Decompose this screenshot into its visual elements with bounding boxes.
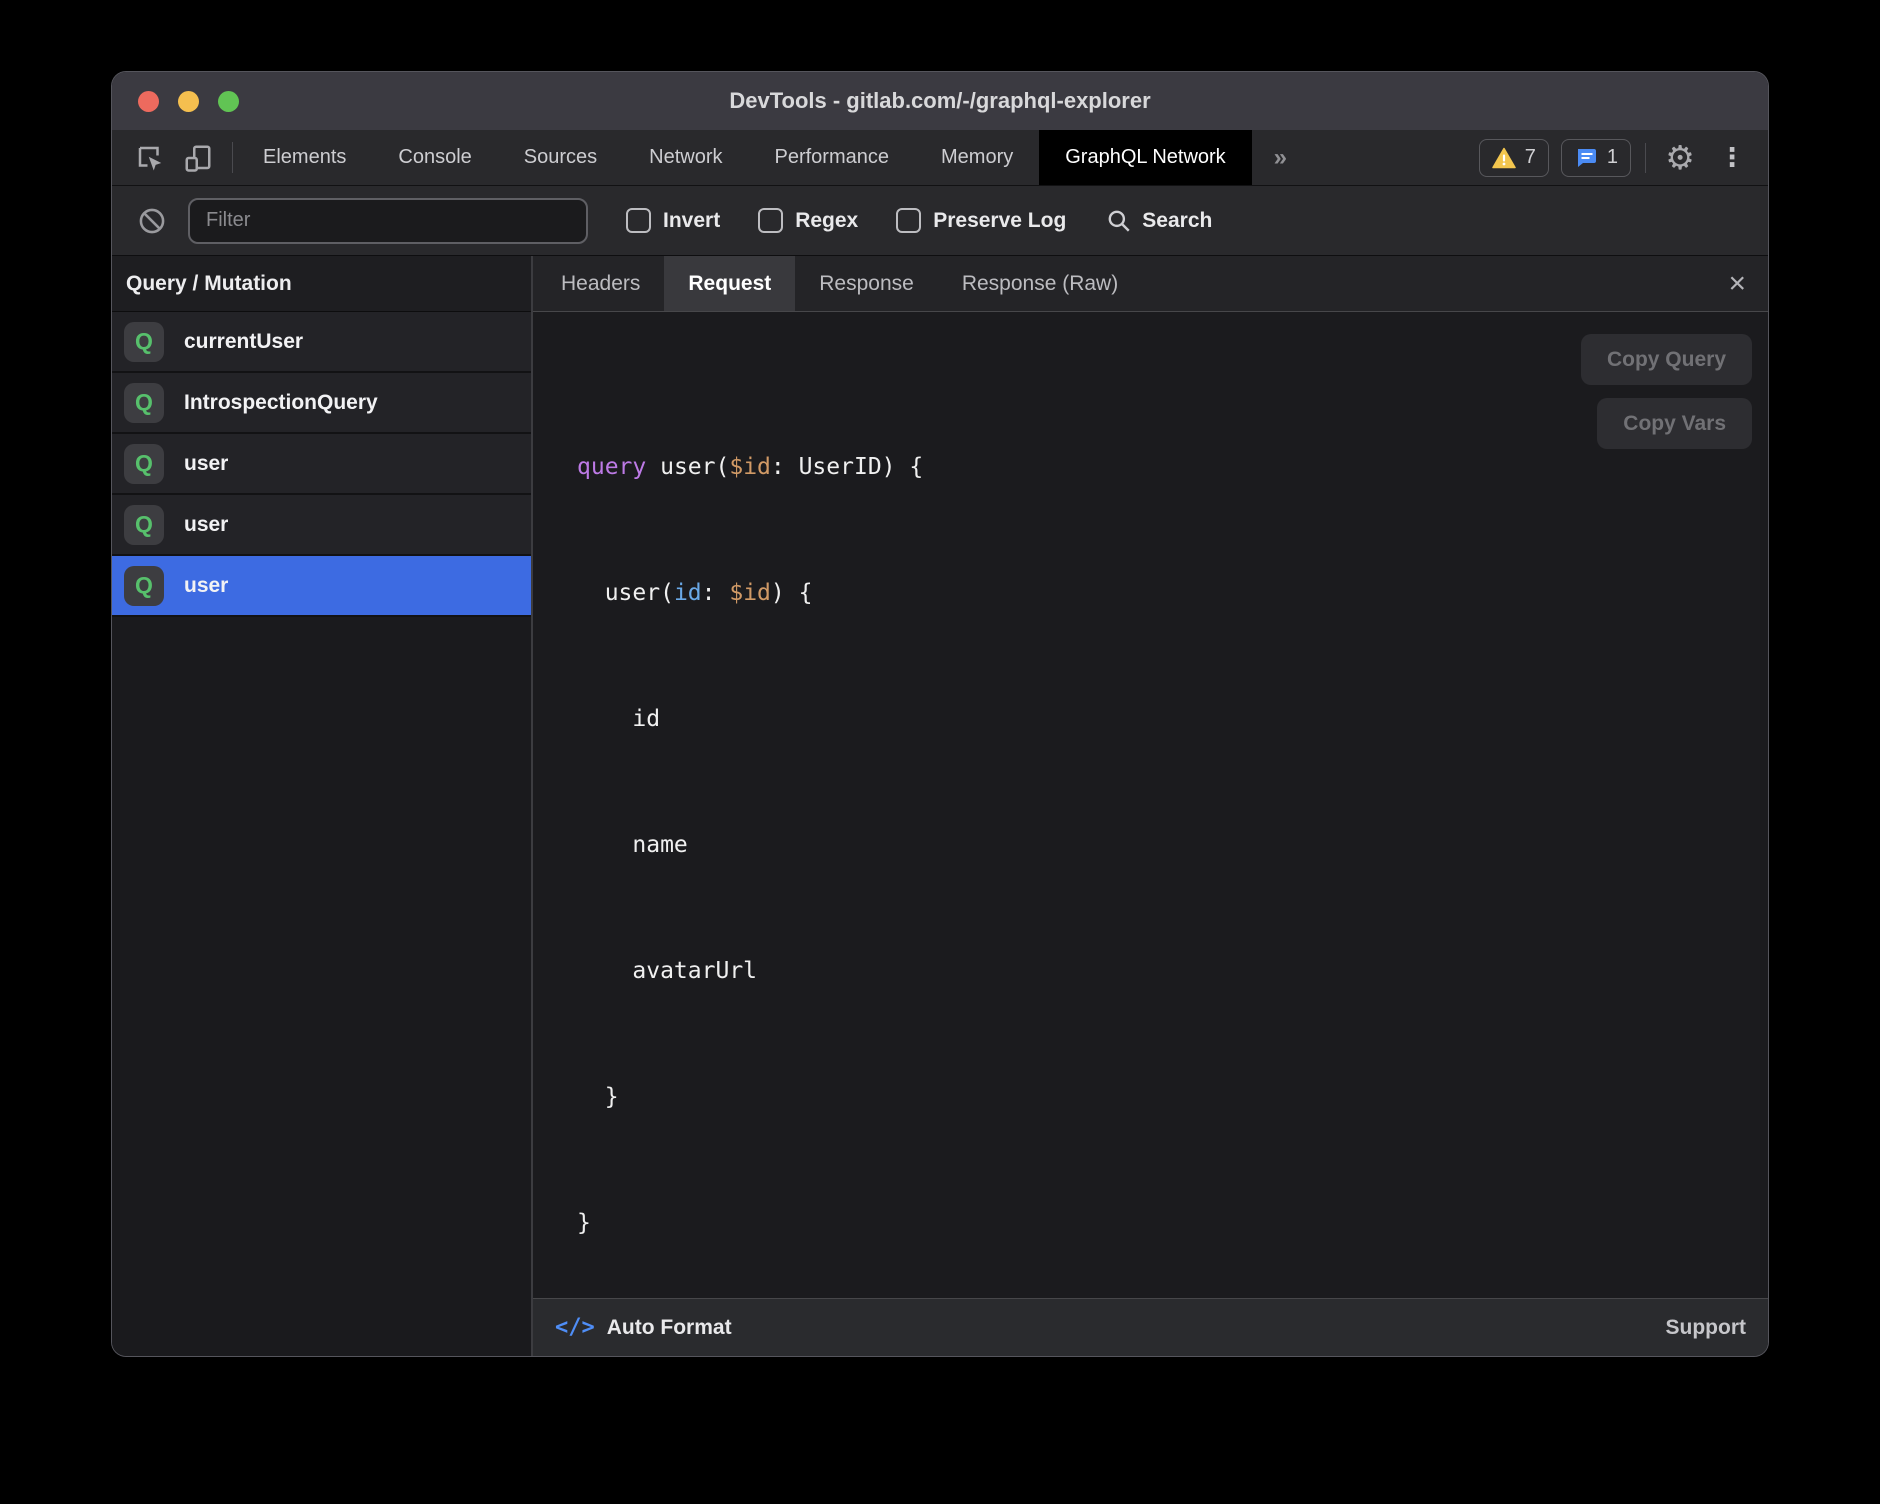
toolbar-right-separator [1645,143,1646,173]
window-title: DevTools - gitlab.com/-/graphql-explorer [112,88,1768,114]
tab-request[interactable]: Request [664,256,795,311]
close-detail-button[interactable]: × [1720,256,1754,311]
messages-count: 1 [1607,146,1618,169]
graphql-query-code: query user($id: UserID) { user(id: $id) … [533,312,1768,1298]
detail-tabs: Headers Request Response Response (Raw) … [533,256,1768,312]
search-label: Search [1142,209,1212,233]
preserve-log-checkbox-group[interactable]: Preserve Log [896,208,1066,233]
toggle-device-toolbar-button[interactable] [178,138,218,178]
tab-response[interactable]: Response [795,256,938,311]
code-line: avatarUrl [577,950,1768,992]
inspect-cursor-icon [135,143,165,173]
warning-triangle-icon [1492,147,1516,169]
preserve-log-checkbox[interactable] [896,208,921,233]
tab-performance[interactable]: Performance [749,130,916,185]
auto-format-label: Auto Format [607,1316,732,1340]
tab-elements[interactable]: Elements [237,130,372,185]
list-item-user-2[interactable]: Q user [112,495,531,556]
list-item-introspectionquery[interactable]: Q IntrospectionQuery [112,373,531,434]
device-toolbar-icon [183,143,213,173]
list-item-label: user [184,452,228,476]
request-body: Copy Query Copy Vars query user($id: Use… [533,312,1768,1298]
kebab-menu-icon: ⋮ [1713,143,1751,173]
regex-checkbox[interactable] [758,208,783,233]
warnings-count: 7 [1525,146,1536,169]
more-options-button[interactable]: ⋮ [1712,138,1752,178]
inspect-element-button[interactable] [130,138,170,178]
query-type-badge: Q [124,383,164,423]
list-item-label: user [184,513,228,537]
warnings-badge[interactable]: 7 [1479,139,1549,177]
chevron-double-right-icon: » [1274,144,1287,172]
tab-response-raw[interactable]: Response (Raw) [938,256,1142,311]
invert-label: Invert [663,209,720,233]
code-line: id [577,698,1768,740]
minimize-window-button[interactable] [178,91,199,112]
list-item-currentuser[interactable]: Q currentUser [112,312,531,373]
auto-format-button[interactable]: </> Auto Format [555,1315,732,1340]
settings-button[interactable]: ⚙ [1660,138,1700,178]
toolbar-separator [232,142,233,173]
tab-memory[interactable]: Memory [915,130,1039,185]
regex-label: Regex [795,209,858,233]
panel-tabs: Elements Console Sources Network Perform… [237,130,1309,185]
code-brackets-icon: </> [555,1315,595,1340]
invert-checkbox-group[interactable]: Invert [626,208,720,233]
devtools-window: DevTools - gitlab.com/-/graphql-explorer… [112,72,1768,1356]
tab-console[interactable]: Console [372,130,497,185]
devtools-toolbar: Elements Console Sources Network Perform… [112,130,1768,186]
copy-vars-button[interactable]: Copy Vars [1597,398,1752,449]
code-line: } [577,1076,1768,1118]
code-line: } [577,1202,1768,1244]
query-type-badge: Q [124,566,164,606]
close-icon: × [1728,267,1746,301]
query-list-header: Query / Mutation [112,256,531,312]
tab-network[interactable]: Network [623,130,748,185]
block-icon [138,207,166,235]
clear-button[interactable] [132,201,172,241]
close-window-button[interactable] [138,91,159,112]
query-type-badge: Q [124,444,164,484]
tab-headers[interactable]: Headers [537,256,664,311]
code-line: query user($id: UserID) { [577,446,1768,488]
list-item-user-1[interactable]: Q user [112,434,531,495]
list-item-user-3-selected[interactable]: Q user [112,556,531,617]
list-item-label: user [184,574,228,598]
messages-badge[interactable]: 1 [1561,139,1631,177]
copy-query-button[interactable]: Copy Query [1581,334,1752,385]
chat-bubble-icon [1574,146,1598,170]
support-link[interactable]: Support [1666,1316,1746,1340]
invert-checkbox[interactable] [626,208,651,233]
code-line: name [577,824,1768,866]
window-controls [138,91,239,112]
filter-bar: Invert Regex Preserve Log Search [112,186,1768,256]
query-type-badge: Q [124,505,164,545]
list-item-label: IntrospectionQuery [184,391,378,415]
detail-footer: </> Auto Format Support [533,1298,1768,1356]
title-bar: DevTools - gitlab.com/-/graphql-explorer [112,72,1768,130]
code-line: user(id: $id) { [577,572,1768,614]
request-detail-panel: Headers Request Response Response (Raw) … [533,256,1768,1356]
preserve-log-label: Preserve Log [933,209,1066,233]
search-icon [1106,208,1132,234]
query-list-panel: Query / Mutation Q currentUser Q Introsp… [112,256,533,1356]
tab-graphql-network[interactable]: GraphQL Network [1039,130,1251,185]
gear-icon: ⚙ [1665,138,1695,177]
maximize-window-button[interactable] [218,91,239,112]
search-toggle[interactable]: Search [1106,208,1212,234]
filter-input[interactable] [188,198,588,244]
regex-checkbox-group[interactable]: Regex [758,208,858,233]
tab-sources[interactable]: Sources [498,130,623,185]
more-tabs-button[interactable]: » [1252,130,1309,185]
list-item-label: currentUser [184,330,303,354]
query-type-badge: Q [124,322,164,362]
